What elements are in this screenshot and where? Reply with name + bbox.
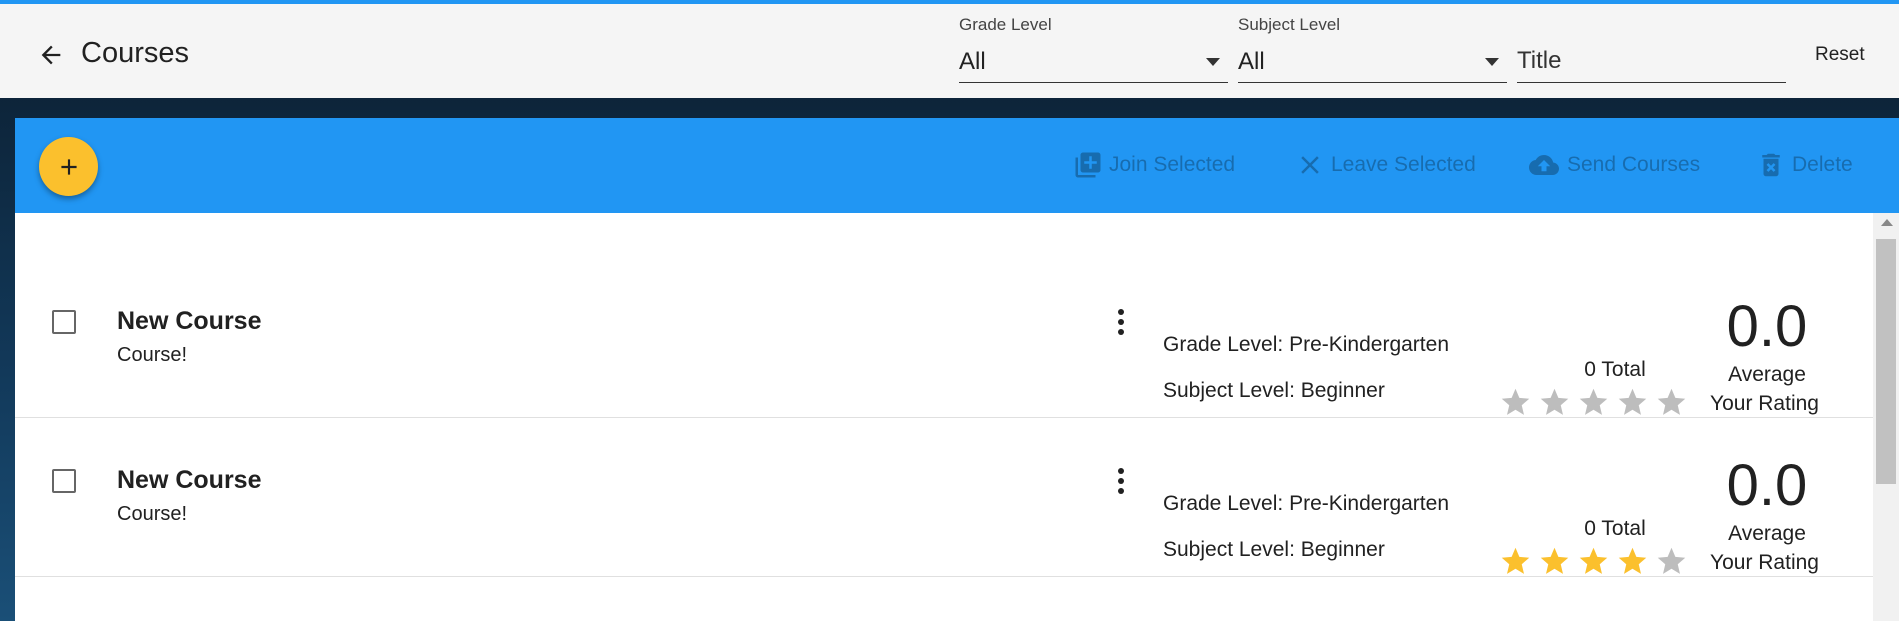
subject-level-select[interactable]: Subject Level All <box>1238 12 1507 83</box>
star-icon[interactable] <box>1577 386 1610 419</box>
grade-level-text: Grade Level: Pre-Kindergarten <box>1163 492 1449 515</box>
send-courses-button[interactable]: Send Courses <box>1527 148 1700 182</box>
grade-level-select[interactable]: Grade Level All <box>959 12 1228 83</box>
leave-selected-button[interactable]: Leave Selected <box>1295 148 1476 182</box>
grade-level-text: Grade Level: Pre-Kindergarten <box>1163 333 1449 356</box>
title-filter <box>1517 12 1786 83</box>
rating-total: 0 Total <box>1584 517 1646 540</box>
subject-level-text: Subject Level: Beginner <box>1163 379 1385 402</box>
arrow-left-icon <box>41 45 61 65</box>
course-description: Course! <box>117 503 188 525</box>
course-row: New Course Course! Grade Level: Pre-Kind… <box>15 418 1873 577</box>
cloud-upload-icon <box>1529 155 1559 175</box>
plus-icon <box>60 158 77 175</box>
star-icon[interactable] <box>1538 545 1571 578</box>
your-rating-label: Your Rating <box>1710 392 1819 415</box>
back-button[interactable] <box>34 38 68 72</box>
course-list: New Course Course! Grade Level: Pre-Kind… <box>15 213 1873 621</box>
join-selected-label: Join Selected <box>1109 153 1236 176</box>
star-icon[interactable] <box>1616 545 1649 578</box>
grade-level-label: Grade Level <box>959 15 1052 34</box>
average-rating-value: 0.0 <box>1726 453 1808 518</box>
send-courses-label: Send Courses <box>1567 153 1701 176</box>
course-title: New Course <box>117 466 262 494</box>
scrollbar-thumb[interactable] <box>1876 239 1896 484</box>
close-icon <box>1301 156 1319 174</box>
page-title: Courses <box>81 37 189 69</box>
title-filter-input[interactable] <box>1517 44 1777 78</box>
your-rating-stars <box>1499 545 1688 578</box>
subject-level-label: Subject Level <box>1238 15 1341 34</box>
more-vertical-icon <box>1118 468 1124 494</box>
subject-level-text: Subject Level: Beginner <box>1163 538 1385 561</box>
course-title: New Course <box>117 307 262 335</box>
course-row: New Course Course! Grade Level: Pre-Kind… <box>15 259 1873 418</box>
more-vertical-icon <box>1118 309 1124 335</box>
add-course-button[interactable] <box>39 137 98 196</box>
star-icon[interactable] <box>1499 545 1532 578</box>
course-description: Course! <box>117 344 188 366</box>
app-bar: Courses Grade Level All Subject Level Al… <box>0 4 1899 98</box>
star-icon[interactable] <box>1538 386 1571 419</box>
star-icon[interactable] <box>1655 386 1688 419</box>
average-rating-value: 0.0 <box>1726 294 1808 359</box>
subject-level-value: All <box>1238 48 1265 75</box>
star-icon[interactable] <box>1499 386 1532 419</box>
courses-panel: Join Selected Leave Selected Send Course… <box>15 118 1899 621</box>
average-label: Average <box>1728 522 1806 545</box>
course-toolbar: Join Selected Leave Selected Send Course… <box>15 118 1899 213</box>
library-add-icon <box>1075 152 1101 178</box>
grade-level-value: All <box>959 48 986 75</box>
star-icon[interactable] <box>1616 386 1649 419</box>
course-menu-button[interactable] <box>1111 464 1131 498</box>
star-icon[interactable] <box>1655 545 1688 578</box>
course-menu-button[interactable] <box>1111 305 1131 339</box>
leave-selected-label: Leave Selected <box>1331 153 1476 176</box>
course-checkbox[interactable] <box>52 310 76 334</box>
course-checkbox[interactable] <box>52 469 76 493</box>
dropdown-arrow-icon <box>1206 58 1220 66</box>
scroll-up-arrow-icon[interactable] <box>1881 219 1893 226</box>
delete-button[interactable]: Delete <box>1756 148 1853 182</box>
your-rating-stars <box>1499 386 1688 419</box>
list-scrollbar[interactable] <box>1873 213 1899 621</box>
star-icon[interactable] <box>1577 545 1610 578</box>
your-rating-label: Your Rating <box>1710 551 1819 574</box>
rating-total: 0 Total <box>1584 358 1646 381</box>
delete-icon <box>1762 153 1780 177</box>
dropdown-arrow-icon <box>1485 58 1499 66</box>
average-label: Average <box>1728 363 1806 386</box>
join-selected-button[interactable]: Join Selected <box>1073 148 1235 182</box>
reset-button[interactable]: Reset <box>1815 44 1865 66</box>
delete-label: Delete <box>1792 153 1853 176</box>
